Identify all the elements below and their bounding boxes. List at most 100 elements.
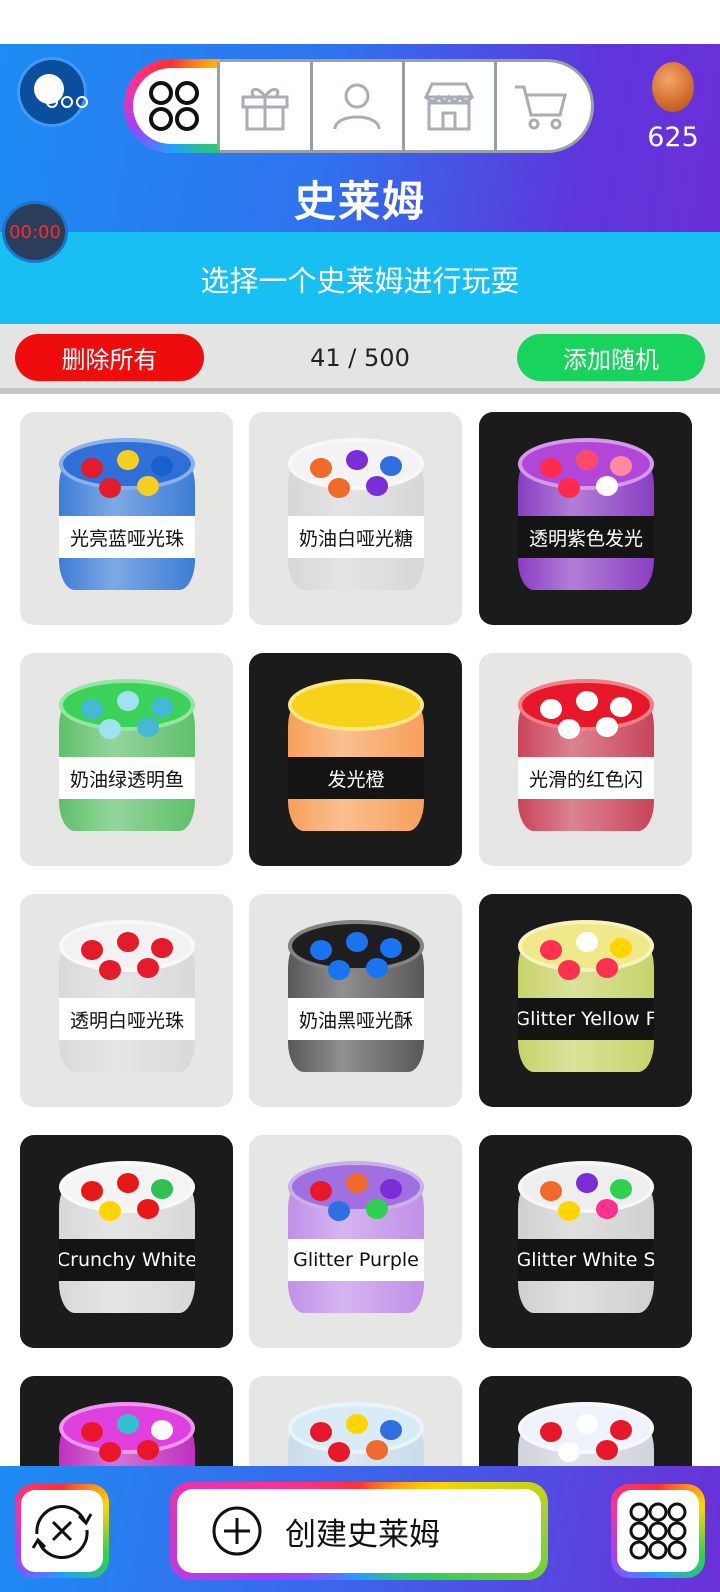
timer-badge: 00:00 [2,201,68,263]
create-slime-button[interactable]: 创建史莱姆 [170,1482,548,1580]
slime-jar: 奶油白哑光糖 [288,438,424,592]
shop-icon [423,82,475,131]
topping [610,697,632,717]
topping [81,940,103,960]
topping [346,1173,368,1193]
topping [540,699,562,719]
topping [346,932,368,952]
swap-button[interactable] [15,1484,109,1578]
tab-cart[interactable] [496,62,586,150]
topping [151,1179,173,1199]
topping [81,458,103,478]
topping [366,1440,388,1460]
slime-card[interactable]: Glitter Purple [249,1135,462,1348]
topping [380,456,402,476]
slime-card[interactable]: 光滑的红色闪 [479,653,692,866]
topping [81,1422,103,1442]
topping [610,938,632,958]
topping [596,1199,618,1219]
topping [558,478,580,498]
topping [151,697,173,717]
topping [596,717,618,737]
slime-jar: 透明紫色发光 [518,438,654,592]
topping [99,478,121,498]
grid-menu-face [617,1490,699,1572]
avatar[interactable] [20,60,88,124]
topping [576,1173,598,1193]
topping [610,456,632,476]
topping [610,1179,632,1199]
cart-icon [515,85,567,130]
topping [380,1420,402,1440]
slime-card[interactable]: 奶油黑哑光酥 [249,894,462,1107]
topping [117,450,139,470]
topping [328,478,350,498]
topping [151,938,173,958]
topping [310,940,332,960]
topping [81,699,103,719]
slime-label: Glitter Purple [288,1239,424,1281]
avatar-dot [46,96,58,108]
topping [117,691,139,711]
subtitle-bar: 选择一个史莱姆进行玩耍 [0,232,720,324]
topping [137,958,159,978]
slime-jar: Crunchy White [59,1161,195,1315]
topping [346,1414,368,1434]
slime-card[interactable] [479,1376,692,1466]
slime-jar: 发光橙 [288,679,424,833]
create-slime-label: 创建史莱姆 [285,1516,440,1553]
status-bar [0,0,720,44]
slime-card[interactable]: Crunchy White [20,1135,233,1348]
slime-jar: 奶油绿透明鱼 [59,679,195,833]
add-random-button[interactable]: 添加随机 [517,334,705,381]
slime-jar: Glitter Purple [288,1161,424,1315]
tab-profile[interactable] [312,62,402,150]
slime-card[interactable] [249,1376,462,1466]
slime-card[interactable]: Glitter Yellow F [479,894,692,1107]
slime-jar [518,1402,654,1466]
topping [558,1201,580,1221]
topping [151,1420,173,1440]
slime-jar: 透明白哑光珠 [59,920,195,1074]
coin-icon [652,62,694,112]
topping [596,1440,618,1460]
topping [310,458,332,478]
delete-all-button[interactable]: 删除所有 [15,334,204,381]
tab-slimes[interactable] [129,62,219,150]
topping [366,1199,388,1219]
tab-shop[interactable] [404,62,494,150]
slime-card[interactable]: Glitter White S [479,1135,692,1348]
user-icon [333,83,381,130]
plus-circle-icon [212,1506,262,1556]
topping [117,1414,139,1434]
topping [137,1199,159,1219]
topping [310,1422,332,1442]
topping [558,719,580,739]
slime-card[interactable]: 光亮蓝哑光珠 [20,412,233,625]
slime-card[interactable]: 奶油绿透明鱼 [20,653,233,866]
slime-label: 光亮蓝哑光珠 [59,516,195,558]
slime-label: Crunchy White [59,1239,195,1281]
page-title: 史莱姆 [293,177,426,226]
tab-gift[interactable] [220,62,310,150]
topping [540,1422,562,1442]
slime-label: 光滑的红色闪 [518,757,654,799]
grid-nine-icon [629,1502,687,1560]
create-slime-face: 创建史莱姆 [177,1489,541,1573]
topping [366,958,388,978]
slime-card[interactable]: 透明紫色发光 [479,412,692,625]
topping [558,960,580,980]
grid-menu-button[interactable] [611,1484,705,1578]
slime-card[interactable]: 奶油白哑光糖 [249,412,462,625]
slime-jar: Glitter Yellow F [518,920,654,1074]
topping [99,960,121,980]
topping [81,1181,103,1201]
slime-card[interactable]: 发光橙 [249,653,462,866]
slime-card[interactable] [20,1376,233,1466]
slime-card[interactable]: 透明白哑光珠 [20,894,233,1107]
slime-label: 透明白哑光珠 [59,998,195,1040]
slime-jar [288,1402,424,1466]
slime-label: 奶油白哑光糖 [288,516,424,558]
slime-label: 奶油绿透明鱼 [59,757,195,799]
jar-top [288,679,424,731]
